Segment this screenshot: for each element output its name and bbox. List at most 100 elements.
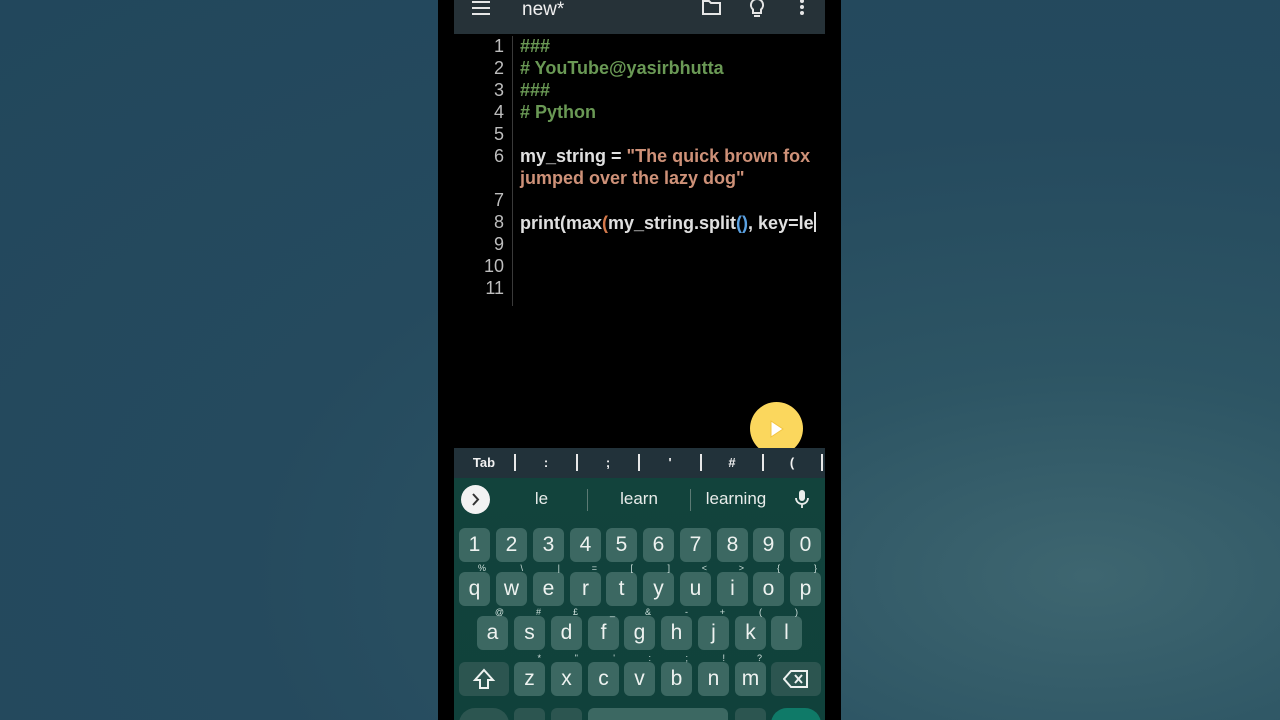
line-number: 7 <box>493 190 504 210</box>
key-hint: % <box>477 563 486 573</box>
key-hint: + <box>719 607 725 617</box>
key-v[interactable]: v: <box>624 653 655 696</box>
code-editor[interactable]: 1 2 3 4 5 6 7 8 9 10 11 ### # YouTube@ya… <box>454 34 825 448</box>
expand-toolbar-button[interactable] <box>461 485 490 514</box>
key-hint: - <box>685 607 688 617</box>
key-label: c <box>598 667 609 690</box>
suggestion-item[interactable]: learn <box>594 489 684 509</box>
key-4[interactable]: 4 <box>570 528 601 562</box>
key-hint: \ <box>520 563 523 573</box>
key-e[interactable]: e | <box>533 563 564 606</box>
key-label: t <box>618 577 625 600</box>
key-3[interactable]: 3 <box>533 528 564 562</box>
key-label: w <box>503 577 520 600</box>
line-number: 10 <box>483 256 504 276</box>
key-label: k <box>745 621 756 644</box>
symbols-key[interactable] <box>459 708 509 720</box>
key-label: o <box>762 577 775 600</box>
code-args: , key=le <box>748 213 814 233</box>
key-b[interactable]: b; <box>661 653 692 696</box>
globe-key[interactable] <box>551 708 582 720</box>
folder-icon[interactable] <box>700 0 724 20</box>
key-d[interactable]: d £ <box>551 607 582 650</box>
suggestion-item[interactable]: learning <box>692 489 780 509</box>
key-m[interactable]: m? <box>735 653 766 696</box>
code-line-8: print(max(my_string.split(), key=le <box>520 212 816 234</box>
key-r[interactable]: r = <box>570 563 601 606</box>
key-n[interactable]: n! <box>698 653 729 696</box>
key-c[interactable]: c ' <box>588 653 619 696</box>
key-k[interactable]: k( <box>735 607 766 650</box>
key-label: d <box>560 621 573 644</box>
extra-key-tab[interactable]: Tab <box>454 448 514 478</box>
key-label: q <box>468 577 481 600</box>
backspace-key[interactable] <box>771 662 821 696</box>
key-w[interactable]: w \ <box>496 563 527 606</box>
key-hint: | <box>557 563 560 573</box>
key-u[interactable]: u < <box>680 563 711 606</box>
space-bar[interactable] <box>588 708 728 720</box>
lightbulb-icon[interactable] <box>745 0 769 20</box>
extra-key-semicolon[interactable]: ; <box>578 448 638 478</box>
key-f[interactable]: f _ <box>588 607 619 650</box>
extra-key-hash[interactable]: # <box>702 448 762 478</box>
key-7[interactable]: 7 <box>680 528 711 562</box>
microphone-icon[interactable] <box>794 489 810 511</box>
key-h[interactable]: h- <box>661 607 692 650</box>
key-z[interactable]: z * <box>514 653 545 696</box>
file-title: new* <box>522 0 565 20</box>
key-hint: ! <box>722 653 725 663</box>
line-number: 6 <box>493 146 504 166</box>
key-9[interactable]: 9 <box>753 528 784 562</box>
key-label: m <box>741 667 760 690</box>
key-hint: £ <box>572 607 578 617</box>
key-g[interactable]: g & <box>624 607 655 650</box>
key-a[interactable]: a @ <box>477 607 508 650</box>
key-6[interactable]: 6 <box>643 528 674 562</box>
phone-screen: new* 1 2 3 4 5 6 7 8 9 10 11 ### # YouTu… <box>438 0 841 720</box>
menu-icon[interactable] <box>472 0 490 16</box>
key-label: i <box>730 577 735 600</box>
extra-key-divider <box>821 454 823 471</box>
extra-key-paren[interactable]: ( <box>764 448 820 478</box>
period-key[interactable] <box>735 708 766 720</box>
key-t[interactable]: t[ <box>606 563 637 606</box>
key-i[interactable]: i > <box>717 563 748 606</box>
key-q[interactable]: q% <box>459 563 490 606</box>
key-s[interactable]: s # <box>514 607 545 650</box>
key-8[interactable]: 8 <box>717 528 748 562</box>
more-vert-icon[interactable] <box>790 0 814 20</box>
code-line-4: # Python <box>520 102 597 122</box>
key-label: n <box>707 667 720 690</box>
key-y[interactable]: y] <box>643 563 674 606</box>
shift-key[interactable] <box>459 662 509 696</box>
key-0[interactable]: 0 <box>790 528 821 562</box>
key-o[interactable]: o{ <box>753 563 784 606</box>
key-label: r <box>582 577 589 600</box>
play-icon <box>770 420 784 438</box>
key-p[interactable]: p} <box>790 563 821 606</box>
key-hint: " <box>574 653 578 663</box>
key-l[interactable]: l) <box>771 607 802 650</box>
extra-key-quote[interactable]: ' <box>640 448 700 478</box>
key-2[interactable]: 2 <box>496 528 527 562</box>
extra-key-colon[interactable]: : <box>516 448 576 478</box>
line-number: 3 <box>493 80 504 100</box>
suggestion-bar: le learn learning <box>454 478 825 520</box>
code-call: print(max <box>520 213 603 233</box>
suggestion-divider <box>587 489 588 511</box>
app-toolbar: new* <box>454 0 825 34</box>
key-label: u <box>689 577 702 600</box>
emoji-key[interactable] <box>514 708 545 720</box>
key-label: s <box>524 621 535 644</box>
enter-key[interactable] <box>771 708 821 720</box>
suggestion-item[interactable]: le <box>504 489 579 509</box>
code-call-inner: my_string.split <box>608 213 737 233</box>
key-5[interactable]: 5 <box>606 528 637 562</box>
key-x[interactable]: x " <box>551 653 582 696</box>
key-hint: } <box>813 563 817 573</box>
key-1[interactable]: 1 <box>459 528 490 562</box>
key-hint: < <box>701 563 707 573</box>
key-j[interactable]: j + <box>698 607 729 650</box>
key-hint: ( <box>759 607 762 617</box>
